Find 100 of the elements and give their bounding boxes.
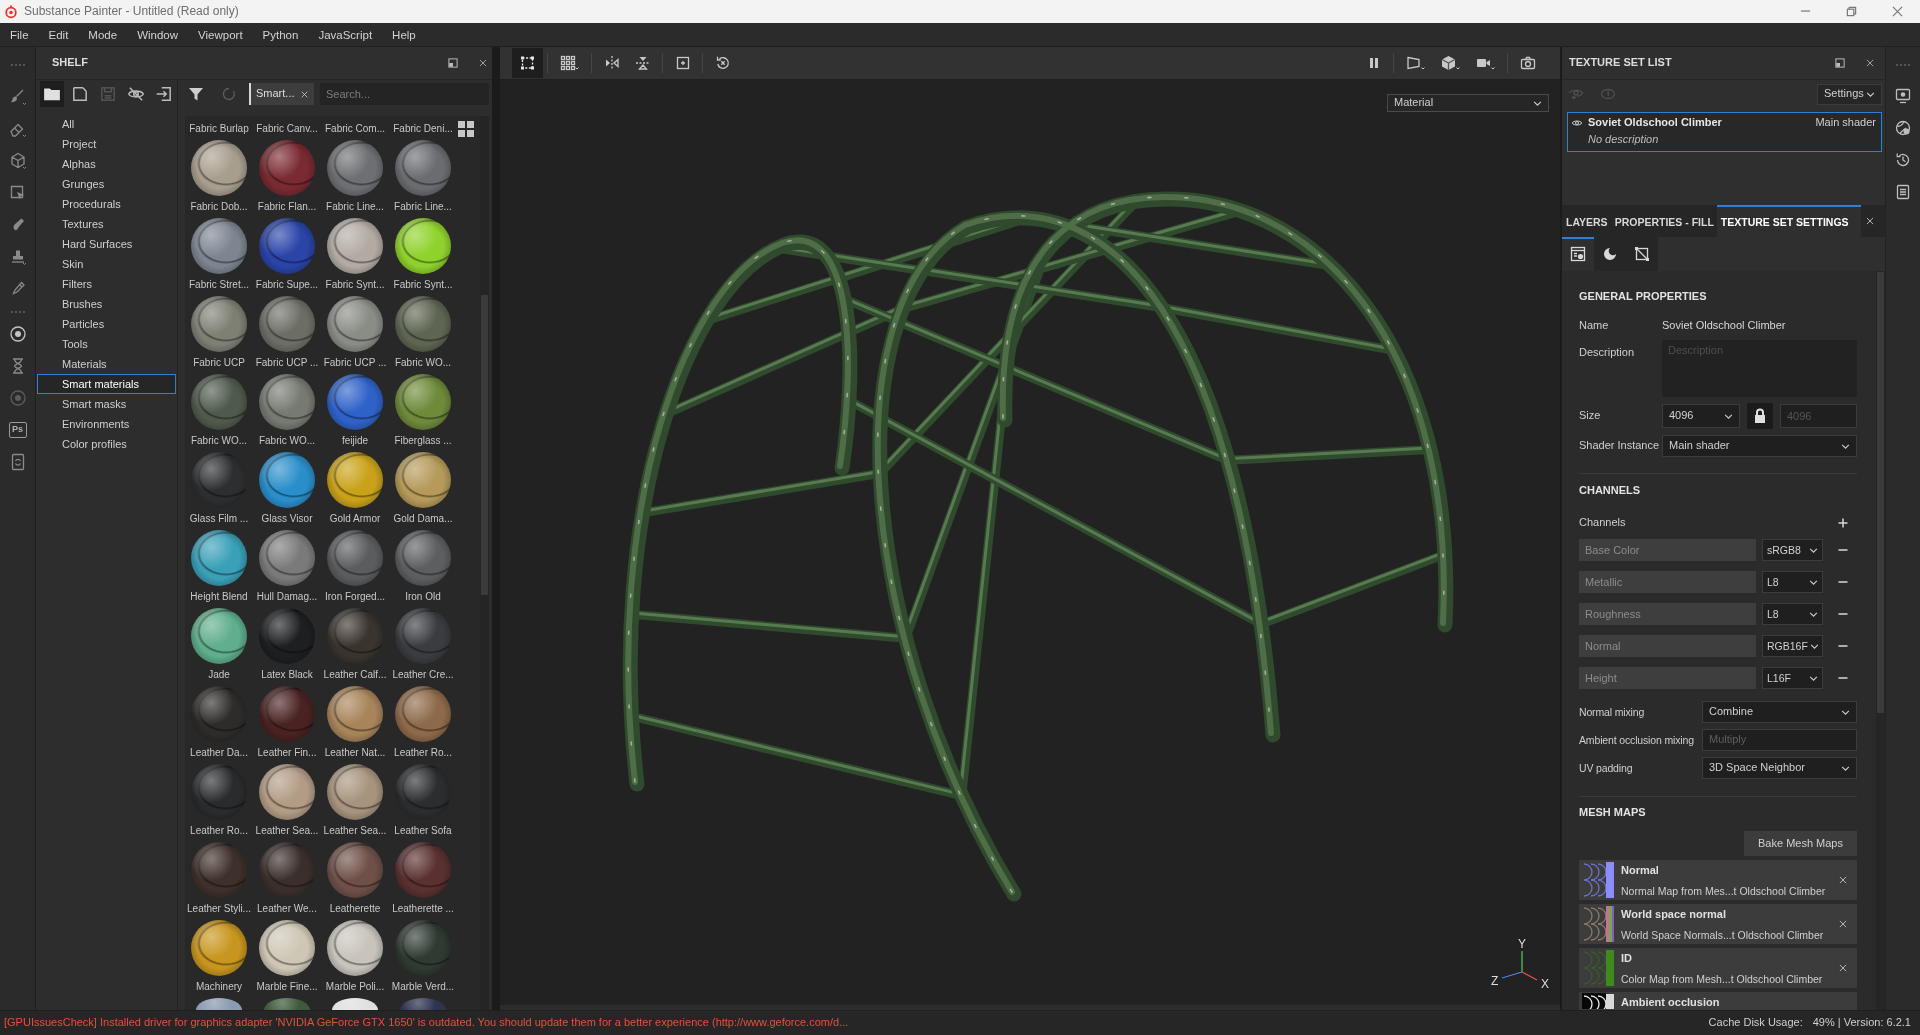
shelf-category[interactable]: Materials (37, 354, 176, 374)
format-dropdown[interactable]: RGB16F (1762, 635, 1823, 657)
camera-icon[interactable] (1519, 55, 1536, 71)
import-icon[interactable] (155, 85, 173, 103)
monitor-icon[interactable] (1894, 87, 1912, 105)
undock-icon[interactable] (447, 57, 459, 69)
material-tile[interactable]: Fabric Supe... (253, 218, 321, 296)
hidden-eye-icon[interactable] (127, 85, 145, 103)
material-tile[interactable]: Fabric Flan... (253, 140, 321, 218)
channel-dropdown[interactable]: Material (1387, 94, 1549, 112)
material-tile[interactable]: Leather We... (253, 842, 321, 920)
material-tile[interactable]: Iron Forged... (321, 530, 389, 608)
material-tile[interactable]: Height Blend (185, 530, 253, 608)
shelf-category[interactable]: Smart masks (37, 394, 176, 414)
cube-icon[interactable] (1440, 55, 1461, 71)
format-dropdown[interactable]: L8 (1762, 603, 1823, 625)
material-tile[interactable]: Iron Old (389, 530, 457, 608)
material-tile[interactable]: Leather Sea... (321, 764, 389, 842)
material-tile[interactable]: Fabric Canv... (253, 118, 321, 140)
panel-tab[interactable]: TEXTURE SET SETTINGS (1716, 205, 1861, 237)
shelf-category[interactable]: Grunges (37, 174, 176, 194)
format-dropdown[interactable]: L16F (1762, 667, 1823, 689)
mixing-dropdown[interactable]: 3D Space Neighbor (1702, 757, 1857, 779)
material-tile[interactable]: Fabric Synt... (389, 218, 457, 296)
material-tile[interactable]: Fabric Deni... (389, 118, 457, 140)
menu-item[interactable]: Help (382, 23, 426, 46)
panel-tab[interactable]: LAYERS (1562, 205, 1611, 237)
menu-item[interactable]: JavaScript (308, 23, 383, 46)
material-tile[interactable]: Leather Sofa (389, 764, 457, 842)
scrollbar-thumb[interactable] (1877, 272, 1884, 713)
material-tile[interactable]: Fabric Stret... (185, 218, 253, 296)
material-tile[interactable]: Latex Black (253, 608, 321, 686)
shelf-category[interactable]: Project (37, 134, 176, 154)
mesh-map-item[interactable]: World space normal World Space Normals...t Oldschool Climber (1579, 904, 1857, 944)
material-tile[interactable]: Fabric UCP ... (321, 296, 389, 374)
material-tile[interactable]: Glass Visor (253, 452, 321, 530)
lock-icon[interactable] (1747, 403, 1773, 429)
format-dropdown[interactable]: L8 (1762, 571, 1823, 593)
material-tile[interactable]: Leather Ro... (185, 764, 253, 842)
shelf-category[interactable]: Hard Surfaces (37, 234, 176, 254)
material-tile[interactable]: Leather Ro... (389, 686, 457, 764)
mixing-dropdown[interactable]: Combine (1702, 701, 1857, 723)
folder-icon[interactable] (40, 81, 64, 107)
size-dropdown[interactable]: 4096 (1662, 404, 1740, 428)
mesh-map-item[interactable]: Normal Normal Map from Mes...t Oldschool Climber (1579, 860, 1857, 900)
shelf-category[interactable]: Smart materials (37, 374, 176, 394)
frame-plus-icon[interactable] (674, 55, 691, 71)
material-tile[interactable]: Fabric WO... (253, 374, 321, 452)
material-tile[interactable]: Fabric Dob... (185, 140, 253, 218)
close-icon[interactable] (1865, 58, 1875, 68)
shelf-category[interactable]: Particles (37, 314, 176, 334)
filter-icon[interactable] (188, 86, 204, 102)
menu-item[interactable]: Edit (38, 23, 79, 46)
shelf-category[interactable]: Procedurals (37, 194, 176, 214)
close-icon[interactable] (1838, 875, 1848, 885)
menu-item[interactable]: Window (127, 23, 189, 46)
material-tile[interactable]: Gold Armor (321, 452, 389, 530)
material-tile[interactable]: Marble Poli... (321, 920, 389, 998)
material-tile[interactable]: Fabric Burlap (185, 118, 253, 140)
shelf-category[interactable]: Environments (37, 414, 176, 434)
material-tile[interactable]: Leather Nat... (321, 686, 389, 764)
format-dropdown[interactable]: sRGB8 (1762, 539, 1823, 561)
shelf-category[interactable]: Brushes (37, 294, 176, 314)
reset-icon[interactable] (714, 55, 731, 71)
globe-icon[interactable] (1894, 119, 1912, 137)
menu-item[interactable]: Viewport (188, 23, 253, 46)
settings-dropdown[interactable]: Settings (1817, 83, 1882, 105)
history-icon[interactable] (1894, 151, 1912, 169)
close-icon[interactable] (300, 89, 309, 99)
material-tile[interactable]: feijide (321, 374, 389, 452)
ps-button[interactable]: Ps (8, 422, 27, 438)
texture-set-item[interactable]: Soviet Oldschool Climber Main shader No description (1567, 112, 1882, 152)
close-icon[interactable] (1865, 216, 1875, 226)
material-tile[interactable]: Hull Damag... (253, 530, 321, 608)
material-tile[interactable]: Marble Verd... (389, 920, 457, 998)
material-tile[interactable]: Leatherette ... (389, 842, 457, 920)
menu-item[interactable]: Mode (78, 23, 128, 46)
material-tile[interactable]: Leather Da... (185, 686, 253, 764)
mirror-icon[interactable] (634, 55, 651, 71)
shelf-category[interactable]: Filters (37, 274, 176, 294)
grid-view-icon[interactable] (458, 121, 474, 137)
material-tile[interactable]: Fabric Com... (321, 118, 389, 140)
material-tile[interactable]: Leatherette (321, 842, 389, 920)
mesh-map-item[interactable]: ID Color Map from Mesh...t Oldschool Climber (1579, 948, 1857, 988)
material-tile[interactable]: Leather Fin... (253, 686, 321, 764)
material-tile[interactable]: Jade (185, 608, 253, 686)
material-tile[interactable]: Leather Sea... (253, 764, 321, 842)
material-tile[interactable]: Fabric WO... (185, 374, 253, 452)
shelf-category[interactable]: Tools (37, 334, 176, 354)
material-tile[interactable]: Fabric UCP ... (253, 296, 321, 374)
material-tile[interactable]: Gold Dama... (389, 452, 457, 530)
undock-icon[interactable] (1834, 57, 1846, 69)
material-tile[interactable]: Leather Calf... (321, 608, 389, 686)
material-tile[interactable]: Machinery (185, 920, 253, 998)
material-tile[interactable]: Fabric Synt... (321, 218, 389, 296)
menu-item[interactable]: File (0, 23, 39, 46)
grid-icon[interactable] (559, 55, 580, 71)
material-tile[interactable]: Fabric WO... (389, 296, 457, 374)
material-tile[interactable]: Marble Fine... (253, 920, 321, 998)
material-tile[interactable]: Fabric Line... (321, 140, 389, 218)
